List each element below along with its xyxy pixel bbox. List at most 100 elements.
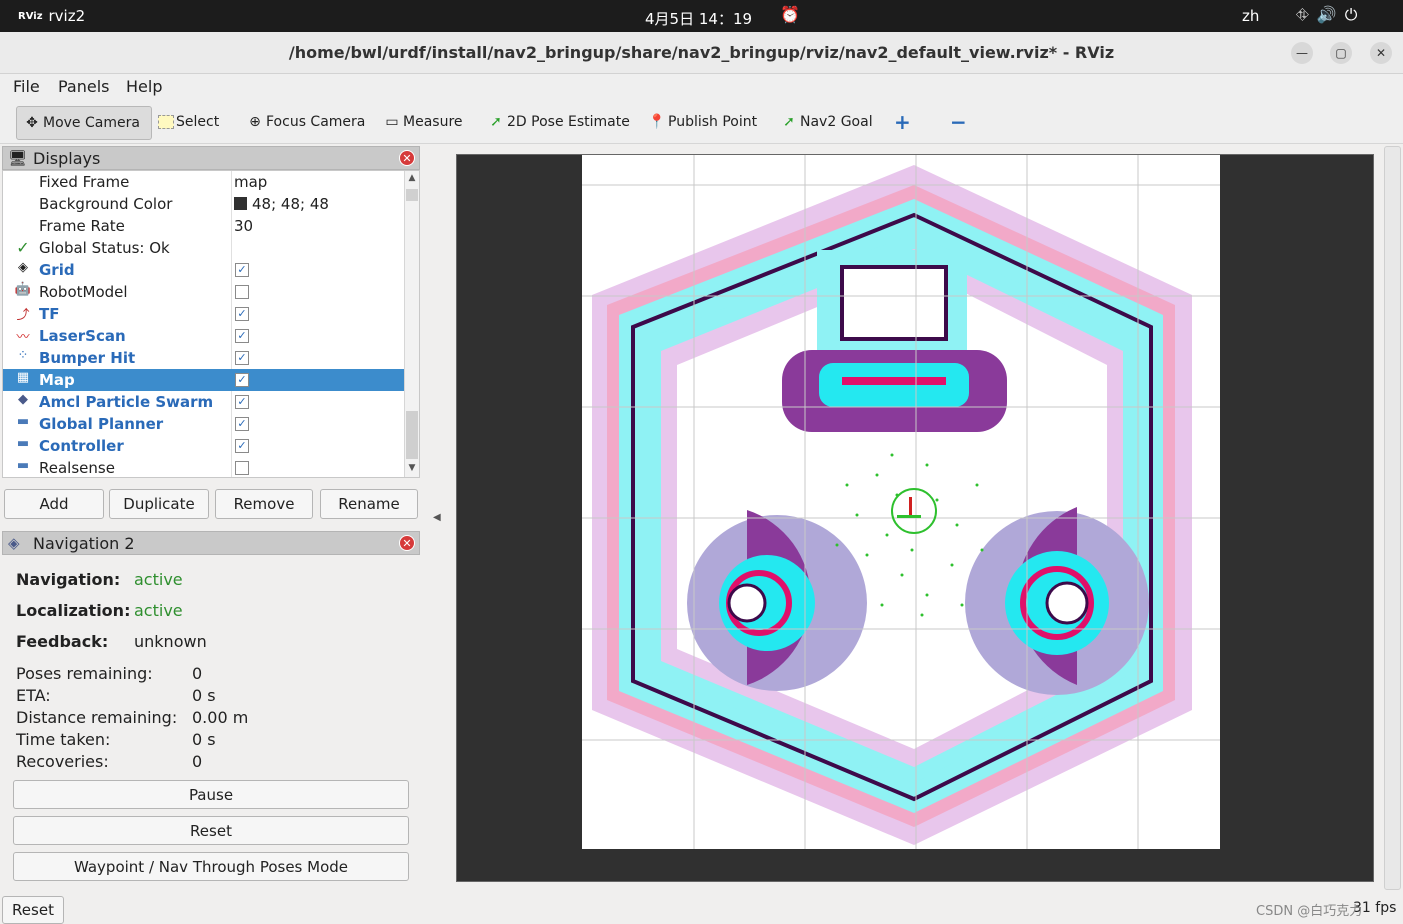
checkbox-laserscan[interactable]: ✓ <box>235 329 249 343</box>
checkbox-bumper-hit[interactable]: ✓ <box>235 351 249 365</box>
maximize-button[interactable]: ▢ <box>1330 42 1352 64</box>
green-arrow-icon: ➚ <box>490 114 502 130</box>
display-item-grid[interactable]: ◈ Grid ✓ <box>3 259 405 281</box>
select-icon <box>158 115 174 129</box>
close-button[interactable]: ✕ <box>1370 42 1392 64</box>
prop-fixed-frame[interactable]: Fixed Frame map <box>3 171 405 193</box>
add-display-button[interactable]: Add <box>4 489 104 519</box>
map-render <box>582 155 1220 849</box>
display-item-bumper-hit[interactable]: ⁘ Bumper Hit ✓ <box>3 347 405 369</box>
remove-display-button[interactable]: Remove <box>215 489 313 519</box>
monitor-icon: 🖥 <box>8 149 28 167</box>
folder-icon: ▬ <box>16 414 30 429</box>
distance-remaining-label: Distance remaining: <box>16 708 178 727</box>
right-obstacle-wall <box>1045 581 1089 625</box>
measure-tool[interactable]: ▭ Measure <box>383 106 462 140</box>
map-pin-icon: 📍 <box>648 114 666 130</box>
folder-icon: ▬ <box>16 458 30 473</box>
checkbox-tf[interactable]: ✓ <box>235 307 249 321</box>
publish-point-tool[interactable]: 📍 Publish Point <box>648 106 757 140</box>
localization-status: active <box>134 601 183 620</box>
menu-bar: File Panels Help <box>0 74 1403 100</box>
duplicate-display-button[interactable]: Duplicate <box>109 489 209 519</box>
recoveries-value: 0 <box>192 752 203 771</box>
eta-label: ETA: <box>16 686 51 705</box>
app-indicator[interactable]: RViz rviz2 <box>18 7 85 25</box>
nav2-diamond-icon: ◈ <box>8 534 20 552</box>
display-item-amcl-particle-swarm[interactable]: ◆ Amcl Particle Swarm ✓ <box>3 391 405 413</box>
right-dock-area[interactable] <box>1384 146 1401 890</box>
displays-panel-header[interactable]: 🖥 Displays ✕ <box>2 146 420 170</box>
network-icon: ⛗ <box>1296 5 1317 24</box>
displays-tree[interactable]: Fixed Frame map Background Color 48; 48; 4… <box>2 170 420 478</box>
add-tool-button[interactable]: + <box>894 106 911 140</box>
display-item-robotmodel[interactable]: 🤖 RobotModel <box>3 281 405 303</box>
feedback-label: Feedback: <box>16 632 109 651</box>
minimize-button[interactable]: — <box>1291 42 1313 64</box>
system-tray[interactable]: ⛗🔊⏻ <box>1296 5 1365 25</box>
focus-camera-tool[interactable]: ⊕ Focus Camera <box>246 106 365 140</box>
move-camera-tool[interactable]: ✥ Move Camera <box>16 106 152 140</box>
tf-icon: ⤴ <box>16 308 30 323</box>
robot-tf-x <box>909 497 912 517</box>
map-icon: ▦ <box>16 370 30 385</box>
prop-frame-rate[interactable]: Frame Rate 30 <box>3 215 405 237</box>
robot-tf-y <box>897 515 921 518</box>
displays-scrollbar[interactable]: ▲ ▼ <box>404 171 419 477</box>
navigation-panel-header[interactable]: ◈ Navigation 2 ✕ <box>2 531 420 555</box>
clock[interactable]: 4月5日 14：19 <box>645 8 752 29</box>
scrollbar-thumb[interactable] <box>406 411 418 459</box>
checkbox-amcl[interactable]: ✓ <box>235 395 249 409</box>
scroll-up-icon[interactable]: ▲ <box>405 173 419 183</box>
move-camera-icon: ✥ <box>26 115 38 131</box>
close-panel-icon[interactable]: ✕ <box>399 535 415 551</box>
display-item-laserscan[interactable]: 〰 LaserScan ✓ <box>3 325 405 347</box>
checkbox-realsense[interactable] <box>235 461 249 475</box>
global-status-row[interactable]: ✓ Global Status: Ok <box>3 237 405 259</box>
input-method[interactable]: zh <box>1242 7 1259 25</box>
close-panel-icon[interactable]: ✕ <box>399 150 415 166</box>
volume-icon: 🔊 <box>1316 5 1345 24</box>
left-obstacle-wall <box>727 583 767 623</box>
time-taken-value: 0 s <box>192 730 216 749</box>
reset-nav-button[interactable]: Reset <box>13 816 409 845</box>
watermark: CSDN @白巧克力 <box>1256 904 1363 919</box>
display-item-realsense[interactable]: ▬ Realsense <box>3 457 405 477</box>
menu-file[interactable]: File <box>13 77 40 96</box>
robot-icon: 🤖 <box>14 282 32 297</box>
display-item-controller[interactable]: ▬ Controller ✓ <box>3 435 405 457</box>
reset-view-button[interactable]: Reset <box>2 896 64 924</box>
top-obstacle-core <box>842 377 946 385</box>
display-item-tf[interactable]: ⤴ TF ✓ <box>3 303 405 325</box>
tool-bar: ✥ Move Camera Select ⊕ Focus Camera ▭ Measu… <box>0 100 1403 144</box>
checkbox-global-planner[interactable]: ✓ <box>235 417 249 431</box>
pose-estimate-tool[interactable]: ➚ 2D Pose Estimate <box>487 106 630 140</box>
prop-background-color[interactable]: Background Color 48; 48; 48 <box>3 193 405 215</box>
remove-tool-button[interactable]: − <box>950 106 967 140</box>
left-splitter-handle[interactable]: ◀ <box>433 512 441 523</box>
pause-button[interactable]: Pause <box>13 780 409 809</box>
status-bar: Reset 31 fps CSDN @白巧克力 <box>0 894 1403 924</box>
display-item-global-planner[interactable]: ▬ Global Planner ✓ <box>3 413 405 435</box>
menu-panels[interactable]: Panels <box>58 77 110 96</box>
distance-remaining-value: 0.00 m <box>192 708 249 727</box>
alarm-icon: ⏰ <box>780 5 800 24</box>
window-title-bar[interactable]: /home/bwl/urdf/install/nav2_bringup/shar… <box>0 32 1403 74</box>
checkbox-robotmodel[interactable] <box>235 285 249 299</box>
checkbox-map[interactable]: ✓ <box>235 373 249 387</box>
render-viewport[interactable] <box>456 154 1374 882</box>
checkbox-controller[interactable]: ✓ <box>235 439 249 453</box>
rename-display-button[interactable]: Rename <box>320 489 418 519</box>
navigation-panel: Navigation: active Localization: active … <box>2 556 420 892</box>
green-arrow-icon: ➚ <box>783 114 795 130</box>
checkbox-grid[interactable]: ✓ <box>235 263 249 277</box>
poses-remaining-label: Poses remaining: <box>16 664 153 683</box>
scroll-down-icon[interactable]: ▼ <box>405 463 419 473</box>
select-tool[interactable]: Select <box>158 106 219 140</box>
eta-value: 0 s <box>192 686 216 705</box>
waypoint-mode-button[interactable]: Waypoint / Nav Through Poses Mode <box>13 852 409 881</box>
menu-help[interactable]: Help <box>126 77 162 96</box>
display-item-map[interactable]: ▦ Map ✓ <box>3 369 405 391</box>
nav2-goal-tool[interactable]: ➚ Nav2 Goal <box>780 106 872 140</box>
localization-label: Localization: <box>16 601 131 620</box>
